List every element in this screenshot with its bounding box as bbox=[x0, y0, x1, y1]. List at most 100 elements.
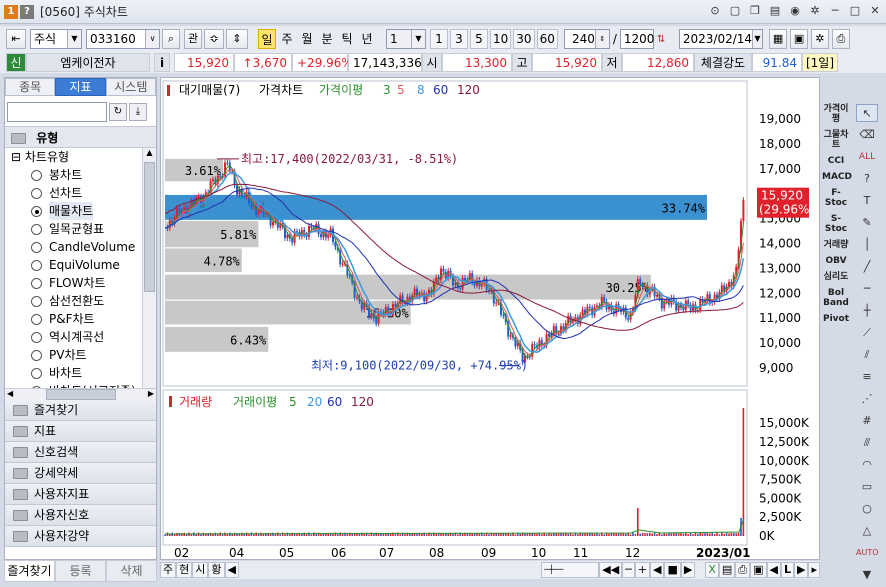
chart-type-option[interactable]: 매물차트 bbox=[5, 202, 156, 220]
search-icon[interactable]: ⌕ bbox=[162, 29, 180, 49]
horizontal-line-icon[interactable]: ─ bbox=[856, 280, 878, 298]
sidebar-toggle-icon[interactable]: ⇤ bbox=[6, 29, 26, 49]
nav-right-icon[interactable]: ▶ bbox=[794, 562, 809, 578]
period-tick[interactable]: 틱 bbox=[338, 29, 356, 49]
chart-type-option[interactable]: PV차트 bbox=[5, 346, 156, 364]
tab-indicators[interactable]: 지표 bbox=[55, 78, 106, 96]
radio-button[interactable] bbox=[31, 295, 42, 307]
radio-button[interactable] bbox=[31, 349, 42, 361]
fetch-icon[interactable]: ⇅ bbox=[657, 34, 673, 45]
line-icon[interactable]: L bbox=[780, 562, 794, 578]
radio-button[interactable] bbox=[31, 331, 42, 343]
interval-5-button[interactable]: 5 bbox=[470, 29, 488, 49]
chart-type-option[interactable]: 바차트(시고저종) bbox=[5, 382, 156, 388]
folder-item[interactable]: 사용자강약 bbox=[5, 526, 156, 547]
trend-line-icon[interactable]: ╱ bbox=[856, 258, 878, 276]
interval-60-button[interactable]: 60 bbox=[536, 29, 558, 49]
screen-number-badge[interactable]: 1 bbox=[4, 4, 18, 19]
register-button[interactable]: 등록 bbox=[55, 560, 106, 582]
tab-stocks[interactable]: 종목 bbox=[5, 78, 56, 96]
chart-type-option[interactable]: 일목균형표 bbox=[5, 220, 156, 238]
settings-icon[interactable]: ✲ bbox=[810, 29, 829, 49]
bookmark-icon[interactable]: ⊙ bbox=[708, 4, 722, 18]
chart-type-option[interactable]: 삼선전환도 bbox=[5, 292, 156, 310]
cross-line-icon[interactable]: ┼ bbox=[856, 302, 878, 320]
folder-item[interactable]: 즐겨찾기 bbox=[5, 400, 156, 421]
date-picker[interactable]: 2023/02/14 ▼ bbox=[678, 29, 763, 49]
scroll-up-icon[interactable]: ▲ bbox=[143, 148, 156, 157]
status-open[interactable]: 시 bbox=[192, 562, 209, 578]
gann-icon[interactable]: ⟋ bbox=[856, 324, 878, 342]
sort-icon[interactable]: ≎ bbox=[204, 29, 224, 49]
help-badge[interactable]: ? bbox=[20, 4, 34, 19]
radio-button[interactable] bbox=[31, 277, 42, 289]
folder-item[interactable]: 강세약세 bbox=[5, 463, 156, 484]
favorites-button[interactable]: 즐겨찾기 bbox=[4, 560, 55, 582]
scroll-left-icon[interactable]: ◀ bbox=[7, 389, 13, 400]
period-week[interactable]: 주 bbox=[278, 29, 296, 49]
indicator-shortcut[interactable]: Bol Band bbox=[822, 288, 850, 308]
arc-icon[interactable]: ◠ bbox=[856, 456, 878, 474]
period-year[interactable]: 년 bbox=[358, 29, 376, 49]
price-volume-chart[interactable]: 대기매물(7) 가격차트 가격이평 3 5 8 60 1203.61%33.74%5.81%4… bbox=[161, 78, 821, 561]
folder-item[interactable]: 지표 bbox=[5, 421, 156, 442]
print-icon[interactable]: ⎙ bbox=[831, 29, 850, 49]
radio-button[interactable] bbox=[31, 205, 42, 217]
auto-icon[interactable]: AUTO bbox=[856, 544, 879, 562]
hscroll-thumb[interactable] bbox=[45, 389, 116, 400]
stock-code-input[interactable]: 033160 ∨ bbox=[86, 29, 160, 49]
type-section-header[interactable]: 유형 bbox=[5, 126, 156, 148]
gwan-button[interactable]: 관 bbox=[184, 29, 202, 49]
tree-scrollbar[interactable]: ▲ bbox=[142, 148, 156, 388]
chart-type-option[interactable]: 역시계곡선 bbox=[5, 328, 156, 346]
indicator-shortcut[interactable]: CCI bbox=[822, 156, 850, 166]
maximize-icon[interactable]: □ bbox=[848, 4, 862, 18]
minimize-icon[interactable]: ─ bbox=[828, 4, 842, 18]
link-icon[interactable]: ▢ bbox=[728, 4, 742, 18]
chart-type-option[interactable]: 바차트 bbox=[5, 364, 156, 382]
excel-icon[interactable]: X bbox=[705, 562, 719, 578]
market-select[interactable]: 주식 ▼ bbox=[30, 29, 82, 49]
max-count-input[interactable]: 1200 bbox=[619, 29, 654, 49]
copy-icon[interactable]: ❐ bbox=[748, 4, 762, 18]
delete-button[interactable]: 삭제 bbox=[106, 560, 157, 582]
chart-type-option[interactable]: EquiVolume bbox=[5, 256, 156, 274]
status-scroll-left-icon[interactable]: ◀ bbox=[224, 562, 239, 578]
indicator-shortcut[interactable]: Pivot bbox=[822, 314, 850, 324]
chart-area[interactable]: 대기매물(7) 가격차트 가격이평 3 5 8 60 120 3.61% 33.74% 5.81% 4… bbox=[160, 77, 820, 560]
save-icon[interactable]: ▤ bbox=[768, 4, 782, 18]
indicator-shortcut[interactable]: 거래량 bbox=[822, 240, 850, 250]
zoom-in-icon[interactable]: + bbox=[634, 562, 650, 578]
pointer-icon[interactable]: ↖ bbox=[856, 104, 878, 122]
image-icon[interactable]: ▣ bbox=[750, 562, 767, 578]
zoom-slider[interactable]: ─┼── bbox=[541, 562, 600, 578]
delete-all-icon[interactable]: ALL bbox=[856, 148, 878, 166]
interval-3-button[interactable]: 3 bbox=[450, 29, 468, 49]
tree-root[interactable]: ⊟ 차트유형 bbox=[5, 148, 156, 166]
circle-icon[interactable]: ○ bbox=[856, 500, 878, 518]
chart-type-option[interactable]: CandleVolume bbox=[5, 238, 156, 256]
scroll-first-icon[interactable]: ◀◀ bbox=[599, 562, 623, 578]
scroll-right-icon[interactable]: ▶ bbox=[148, 389, 154, 400]
chart-type-option[interactable]: 봉차트 bbox=[5, 166, 156, 184]
interval-10-button[interactable]: 10 bbox=[490, 29, 512, 49]
chart-type-option[interactable]: P&F차트 bbox=[5, 310, 156, 328]
indicator-shortcut[interactable]: 심리도 bbox=[822, 272, 850, 282]
fan-icon[interactable]: ⋰ bbox=[856, 390, 878, 408]
indicator-shortcut[interactable]: 가격이평 bbox=[822, 104, 850, 124]
play-icon[interactable]: ▶ bbox=[680, 562, 696, 578]
spinner-icon[interactable]: ⇕ bbox=[226, 29, 248, 49]
save-image-icon[interactable]: ▤ bbox=[718, 562, 736, 578]
count-input[interactable]: 240 ⇕ bbox=[563, 29, 610, 49]
indicator-shortcut[interactable]: MACD bbox=[822, 172, 852, 182]
print-chart-icon[interactable]: ⎙ bbox=[735, 562, 751, 578]
layout-icon[interactable]: ▣ bbox=[789, 29, 808, 49]
stop-icon[interactable]: ■ bbox=[664, 562, 681, 578]
radio-button[interactable] bbox=[31, 385, 42, 388]
radio-button[interactable] bbox=[31, 169, 42, 181]
close-icon[interactable]: ✕ bbox=[868, 4, 882, 18]
grid-lines-icon[interactable]: # bbox=[856, 412, 878, 430]
tree-hscrollbar[interactable]: ◀ ▶ bbox=[5, 388, 156, 400]
indicator-shortcut[interactable]: F-Stoc bbox=[822, 188, 850, 208]
indicator-search-input[interactable] bbox=[7, 102, 107, 122]
